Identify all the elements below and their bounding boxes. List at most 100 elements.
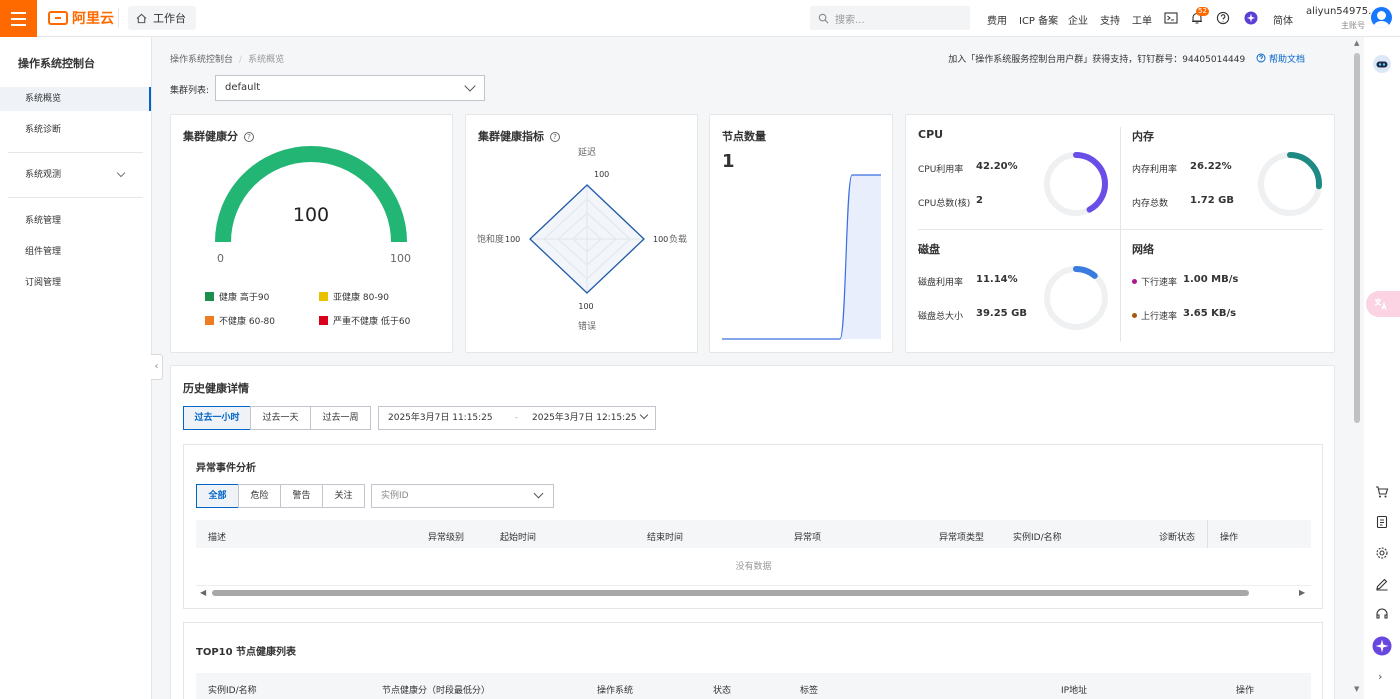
sidebar-item-system-management[interactable]: 系统管理 [0, 209, 151, 233]
horizontal-scrollbar[interactable]: ◀ ▶ [196, 586, 1311, 600]
radar-label-latency: 延迟 [578, 146, 596, 158]
terminal-icon[interactable] [1164, 11, 1178, 25]
disk-usage-value: 11.14% [976, 274, 1018, 285]
gauge-fill-arc [215, 146, 407, 243]
chevron-right-icon[interactable]: › [1378, 670, 1382, 683]
network-down-text: 下行速率 [1141, 278, 1178, 288]
trend-area [722, 175, 881, 339]
disk-usage-ring [1044, 266, 1108, 330]
hamburger-menu-button[interactable] [0, 0, 37, 37]
sidebar-item-system-observation[interactable]: 系统观测 [0, 163, 151, 187]
headset-icon[interactable] [1375, 607, 1389, 621]
column-header: 操作 [1220, 533, 1239, 543]
global-search-input[interactable]: 搜索... [810, 6, 970, 30]
column-header: 操作 [1236, 686, 1255, 696]
column-header: 实例ID/名称 [208, 686, 257, 696]
column-header: IP地址 [1061, 686, 1088, 696]
column-header: 描述 [208, 533, 227, 543]
sidebar-item-system-overview[interactable]: 系统概览 [0, 87, 151, 111]
cart-icon[interactable] [1375, 485, 1389, 499]
filter-warning-button[interactable]: 警告 [280, 484, 323, 508]
radar-value-saturation: 100 [505, 235, 520, 244]
memory-usage-value: 26.22% [1190, 161, 1232, 172]
cluster-select[interactable]: default [215, 75, 485, 101]
date-range-separator: - [515, 413, 519, 423]
column-header: 起始时间 [500, 533, 537, 543]
scroll-right-icon[interactable]: ▶ [1299, 588, 1305, 597]
history-health-card: 历史健康详情 过去一小时 过去一天 过去一周 2025年3月7日 11:15:2… [170, 365, 1335, 699]
upload-dot-icon [1132, 313, 1137, 318]
cpu-total-label: CPU总数(核) [918, 199, 971, 209]
range-last-hour-button[interactable]: 过去一小时 [183, 406, 251, 430]
legend-swatch [319, 316, 328, 325]
sidebar-title: 操作系统控制台 [18, 57, 95, 70]
sidebar-item-subscription-management[interactable]: 订阅管理 [0, 271, 151, 295]
page-vertical-scrollbar[interactable]: ▲ ▼ [1352, 37, 1364, 699]
disk-total-value: 39.25 GB [976, 308, 1027, 319]
breadcrumb-parent[interactable]: 操作系统控制台 [170, 55, 233, 65]
help-icon[interactable] [1216, 11, 1230, 25]
top-navigation-bar: 阿里云 工作台 搜索... 费用 ICP 备案 企业 支持 工单 52 简体 a… [0, 0, 1400, 37]
divider [918, 229, 1323, 230]
legend-unhealthy: 不健康 60-80 [205, 314, 275, 327]
home-icon [136, 13, 147, 23]
health-radar-chart: 延迟 100 100 负载 100 错误 饱和度 100 [477, 146, 687, 332]
cpu-usage-ring [1044, 152, 1108, 216]
top10-table-header: 实例ID/名称 节点健康分（时段最低分） 操作系统 状态 标签 IP地址 操作 [196, 673, 1311, 699]
history-title: 历史健康详情 [183, 382, 249, 395]
robot-assistant-icon[interactable] [1372, 54, 1392, 74]
ai-assistant-icon[interactable] [1244, 11, 1258, 25]
ai-sparkle-icon[interactable] [1372, 636, 1392, 656]
column-header: 实例ID/名称 [1013, 533, 1062, 543]
date-range-end: 2025年3月7日 12:15:25 [532, 413, 637, 423]
scroll-down-icon[interactable]: ▼ [1354, 685, 1359, 693]
scrollbar-thumb[interactable] [1354, 53, 1360, 423]
cpu-total-value: 2 [976, 195, 983, 206]
radar-value-latency: 100 [594, 170, 609, 179]
filter-danger-button[interactable]: 危险 [238, 484, 281, 508]
divider [1207, 520, 1208, 548]
gear-icon[interactable] [1375, 546, 1389, 560]
scroll-left-icon[interactable]: ◀ [200, 588, 206, 597]
user-account-menu[interactable]: aliyun54975... 主账号 [1306, 6, 1378, 30]
filter-attention-button[interactable]: 关注 [322, 484, 365, 508]
scrollbar-thumb[interactable] [212, 590, 1249, 596]
sidebar-item-label: 系统观测 [25, 170, 62, 180]
health-score-gauge: 100 0 100 [215, 146, 411, 265]
nav-ticket[interactable]: 工单 [1132, 12, 1152, 27]
sidebar: 操作系统控制台 系统概览 系统诊断 系统观测 系统管理 组件管理 订阅管理 [0, 37, 152, 699]
edit-icon[interactable] [1375, 577, 1389, 591]
aliyun-logo[interactable]: 阿里云 [48, 9, 114, 27]
sidebar-item-system-diagnosis[interactable]: 系统诊断 [0, 118, 151, 142]
language-switch[interactable]: 简体 [1273, 12, 1293, 27]
range-last-week-button[interactable]: 过去一周 [310, 406, 371, 430]
translate-button[interactable] [1366, 291, 1400, 317]
date-range-picker[interactable]: 2025年3月7日 11:15:25 - 2025年3月7日 12:15:25 [378, 406, 656, 430]
scroll-up-icon[interactable]: ▲ [1354, 39, 1359, 47]
sidebar-item-component-management[interactable]: 组件管理 [0, 240, 151, 264]
divider [1120, 127, 1121, 342]
support-info: 加入「操作系统服务控制台用户群」获得支持，钉钉群号：94405014449 帮助… [948, 52, 1305, 65]
instance-id-select[interactable]: 实例ID [371, 484, 554, 508]
radar-label-saturation: 饱和度 [477, 233, 504, 245]
column-header: 节点健康分（时段最低分） [382, 686, 491, 696]
workbench-button[interactable]: 工作台 [128, 6, 196, 30]
network-down-value: 1.00 MB/s [1183, 274, 1239, 285]
nav-enterprise[interactable]: 企业 [1068, 12, 1088, 27]
document-icon[interactable] [1375, 515, 1389, 529]
event-analysis-panel: 异常事件分析 全部 危险 警告 关注 实例ID 描述 异常级别 起始时间 结束时… [183, 444, 1323, 609]
search-placeholder: 搜索... [835, 14, 865, 26]
nav-icp-filing[interactable]: ICP 备案 [1019, 12, 1058, 27]
events-table-header: 描述 异常级别 起始时间 结束时间 异常项 异常项类型 实例ID/名称 诊断状态… [196, 520, 1311, 548]
user-avatar[interactable] [1371, 7, 1392, 28]
chevron-down-icon [533, 488, 544, 499]
filter-all-button[interactable]: 全部 [196, 484, 239, 508]
date-range-start: 2025年3月7日 11:15:25 [388, 413, 493, 423]
nav-support[interactable]: 支持 [1100, 12, 1120, 27]
aliyun-logo-icon [48, 11, 68, 25]
cluster-list-label: 集群列表: [170, 86, 210, 96]
range-last-day-button[interactable]: 过去一天 [250, 406, 311, 430]
legend-subhealthy: 亚健康 80-90 [319, 290, 389, 303]
nav-billing[interactable]: 费用 [987, 12, 1007, 27]
help-doc-link[interactable]: 帮助文档 [1256, 53, 1305, 65]
